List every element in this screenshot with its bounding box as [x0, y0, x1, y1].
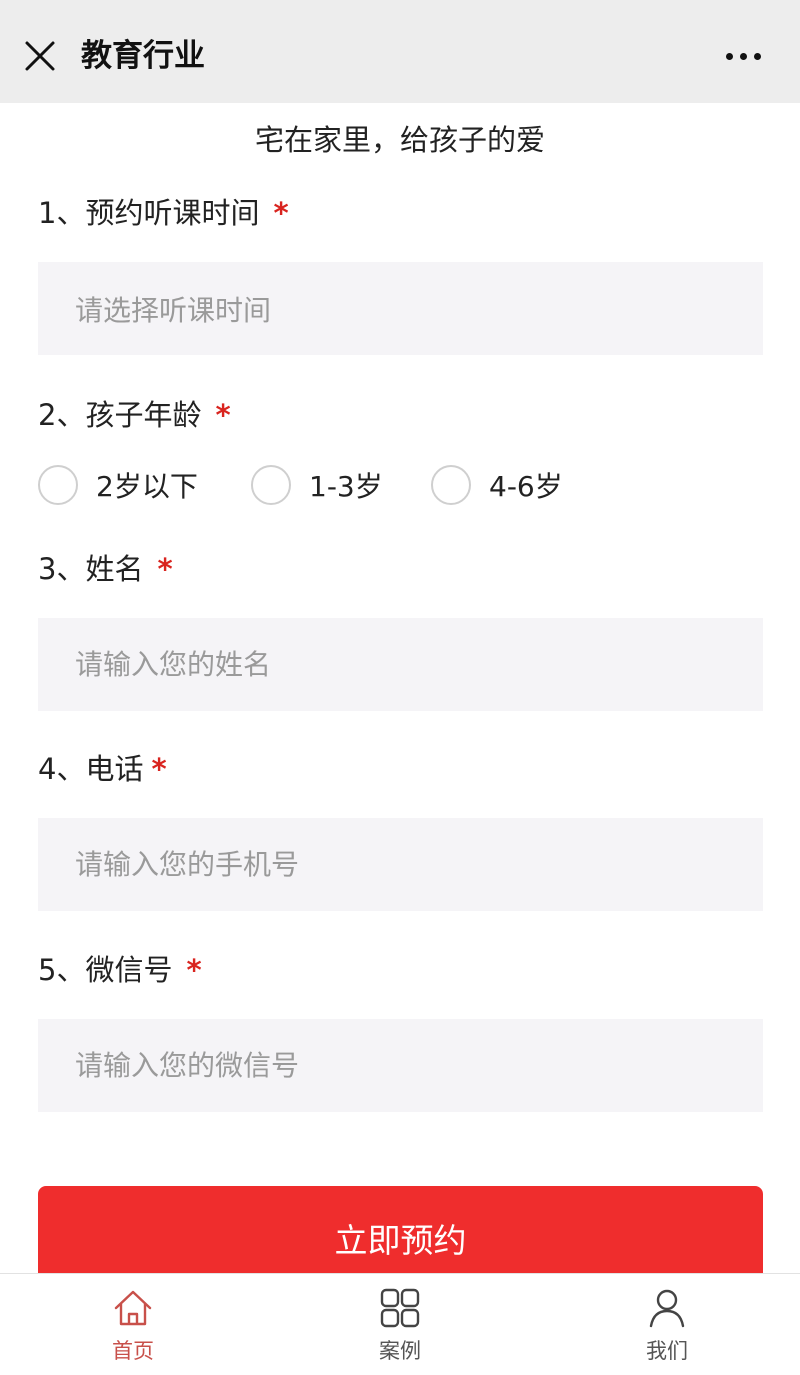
required-mark: * [273, 196, 289, 230]
required-mark: * [157, 552, 173, 586]
more-dot-icon [725, 52, 733, 60]
home-icon [114, 1290, 152, 1326]
required-mark: * [186, 953, 202, 987]
bottom-tab-bar: 首页 案例 我们 [0, 1273, 800, 1375]
close-icon [25, 41, 55, 71]
tab-label: 我们 [646, 1339, 688, 1363]
name-input[interactable] [38, 618, 763, 711]
question-text: 4、电话 [38, 752, 144, 786]
age-option-label: 2岁以下 [96, 470, 198, 503]
listen-time-select[interactable]: 请选择听课时间 [38, 262, 763, 355]
form-subtitle: 宅在家里，给孩子的爱 [254, 123, 545, 157]
age-option-under-2[interactable]: 2岁以下 [38, 463, 198, 507]
tab-about-us[interactable]: 我们 [587, 1274, 747, 1374]
question-text: 5、微信号 [38, 953, 173, 987]
phone-input[interactable] [38, 818, 763, 911]
required-mark: * [151, 752, 167, 786]
radio-circle-icon[interactable] [431, 465, 471, 505]
tab-cases[interactable]: 案例 [320, 1274, 480, 1374]
radio-circle-icon[interactable] [38, 465, 78, 505]
more-menu-button[interactable] [718, 34, 768, 78]
more-dot-icon [739, 52, 747, 60]
question-text: 1、预约听课时间 [38, 196, 260, 230]
question-text: 3、姓名 [38, 552, 144, 586]
tab-label: 案例 [379, 1339, 421, 1363]
question-label-name: 3、姓名 * [38, 547, 173, 591]
listen-time-placeholder: 请选择听课时间 [75, 293, 272, 327]
age-option-4-6[interactable]: 4-6岁 [431, 463, 563, 507]
tab-label: 首页 [112, 1339, 154, 1363]
age-option-1-3[interactable]: 1-3岁 [251, 463, 383, 507]
question-label-phone: 4、电话 * [38, 747, 167, 791]
question-label-wechat: 5、微信号 * [38, 948, 202, 992]
tab-home[interactable]: 首页 [53, 1274, 213, 1374]
more-dot-icon [753, 52, 761, 60]
close-button[interactable] [18, 34, 62, 78]
required-mark: * [215, 398, 231, 432]
radio-circle-icon[interactable] [251, 465, 291, 505]
age-option-label: 1-3岁 [309, 470, 383, 503]
top-bar: 教育行业 [0, 0, 800, 103]
grid-icon [380, 1288, 420, 1328]
question-label-child-age: 2、孩子年龄 * [38, 393, 231, 437]
question-label-listen-time: 1、预约听课时间 * [38, 191, 289, 235]
page-title: 教育行业 [81, 38, 205, 74]
question-text: 2、孩子年龄 [38, 398, 202, 432]
user-icon [649, 1289, 685, 1328]
age-option-label: 4-6岁 [489, 470, 563, 503]
wechat-input[interactable] [38, 1019, 763, 1112]
